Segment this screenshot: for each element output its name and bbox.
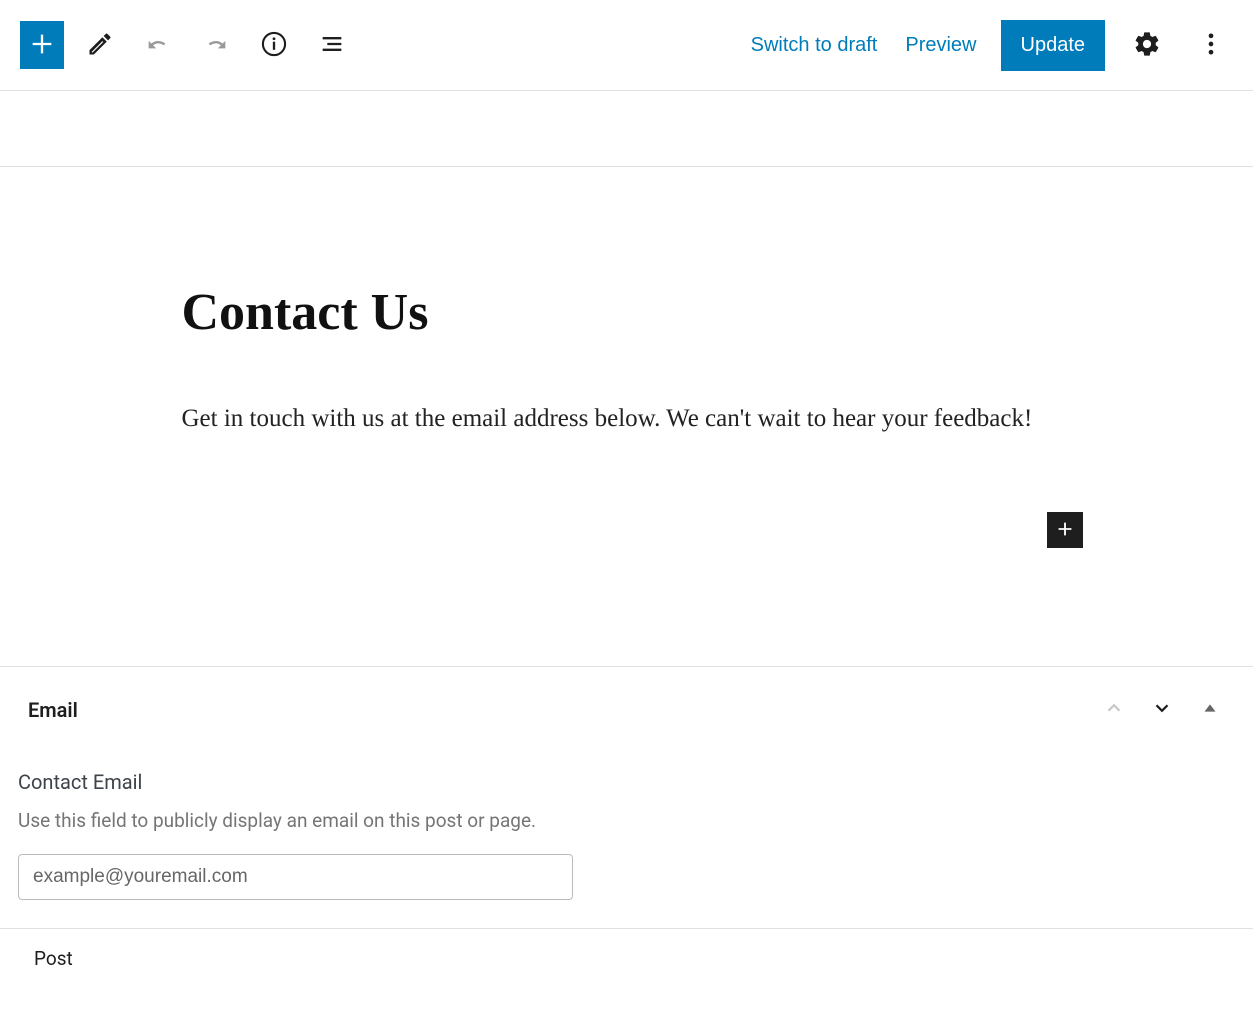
add-block-button[interactable] bbox=[1047, 512, 1083, 548]
gear-icon bbox=[1133, 30, 1161, 61]
editor-toolbar: Switch to draft Preview Update bbox=[0, 0, 1253, 90]
panel-section-title: Email bbox=[28, 698, 78, 722]
chevron-up-icon bbox=[1103, 697, 1125, 722]
redo-button[interactable] bbox=[194, 23, 238, 67]
chevron-down-icon bbox=[1151, 697, 1173, 722]
triangle-up-icon bbox=[1199, 697, 1221, 722]
document-details-button[interactable] bbox=[252, 23, 296, 67]
panel-body: Contact Email Use this field to publicly… bbox=[0, 744, 1253, 928]
update-button[interactable]: Update bbox=[1001, 20, 1106, 71]
page-title[interactable]: Contact Us bbox=[182, 283, 1072, 342]
undo-icon bbox=[144, 30, 172, 61]
panel-controls bbox=[1099, 693, 1225, 726]
edit-tool-button[interactable] bbox=[78, 23, 122, 67]
more-options-button[interactable] bbox=[1189, 23, 1233, 67]
preview-button[interactable]: Preview bbox=[901, 26, 980, 65]
content-inner: Contact Us Get in touch with us at the e… bbox=[142, 283, 1112, 441]
plus-icon bbox=[1054, 518, 1076, 543]
toggle-block-inserter-button[interactable] bbox=[20, 21, 64, 69]
pencil-icon bbox=[86, 30, 114, 61]
switch-to-draft-button[interactable]: Switch to draft bbox=[747, 26, 882, 65]
document-outline-button[interactable] bbox=[310, 23, 354, 67]
meta-panel: Email Contact Email Use this field to pu… bbox=[0, 667, 1253, 929]
panel-move-down-button[interactable] bbox=[1147, 693, 1177, 726]
template-header-spacer bbox=[0, 90, 1253, 167]
undo-button[interactable] bbox=[136, 23, 180, 67]
panel-collapse-button[interactable] bbox=[1195, 693, 1225, 726]
panel-header: Email bbox=[0, 693, 1253, 744]
toolbar-left-group bbox=[20, 21, 354, 69]
toolbar-right-group: Switch to draft Preview Update bbox=[747, 20, 1233, 71]
post-tab-area: Post bbox=[0, 929, 1253, 988]
contact-email-label: Contact Email bbox=[18, 770, 1235, 794]
contact-email-description: Use this field to publicly display an em… bbox=[18, 806, 558, 836]
redo-icon bbox=[202, 30, 230, 61]
editor-canvas: Contact Us Get in touch with us at the e… bbox=[0, 167, 1253, 667]
panel-move-up-button[interactable] bbox=[1099, 693, 1129, 726]
page-paragraph[interactable]: Get in touch with us at the email addres… bbox=[182, 398, 1072, 441]
info-icon bbox=[260, 30, 288, 61]
contact-email-input[interactable] bbox=[18, 854, 573, 900]
outline-icon bbox=[318, 30, 346, 61]
more-vertical-icon bbox=[1197, 30, 1225, 61]
plus-icon bbox=[28, 30, 56, 61]
post-tab[interactable]: Post bbox=[34, 947, 73, 970]
settings-button[interactable] bbox=[1125, 23, 1169, 67]
